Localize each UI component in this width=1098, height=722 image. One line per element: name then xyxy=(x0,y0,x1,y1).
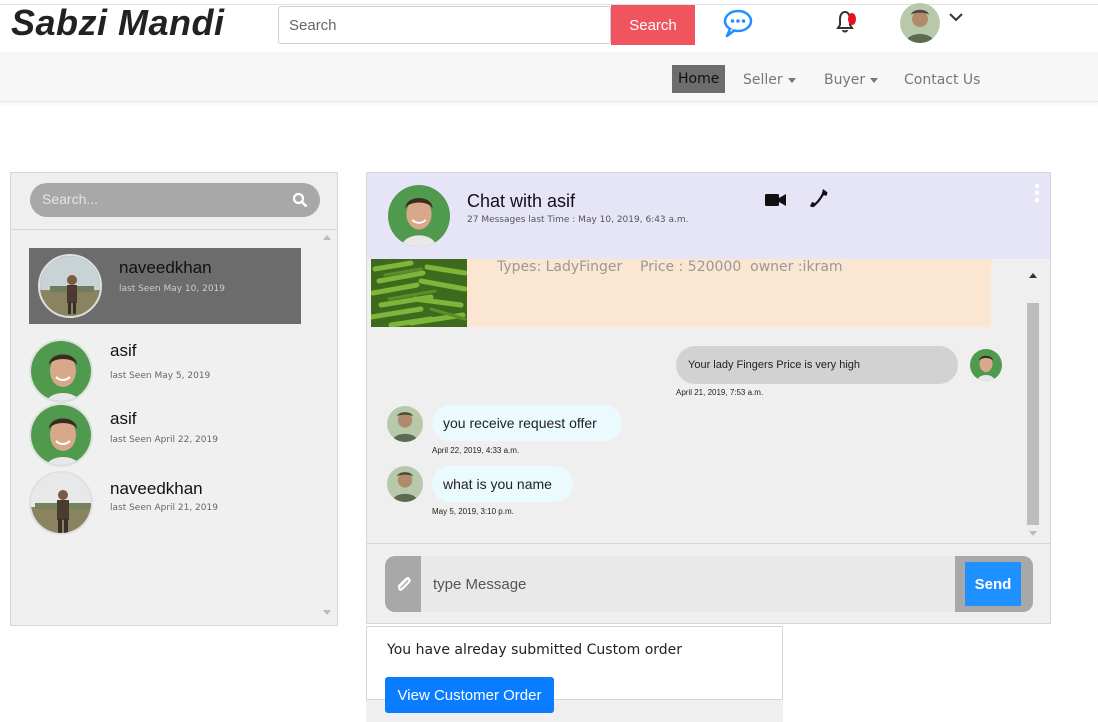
scroll-down-arrow[interactable] xyxy=(323,610,331,615)
contact-last-seen: last Seen May 10, 2019 xyxy=(119,284,225,294)
contact-last-seen: last Seen May 5, 2019 xyxy=(110,371,211,381)
nav-seller-label: Seller xyxy=(743,72,783,88)
receiver-avatar xyxy=(387,406,423,442)
message-timestamp: April 22, 2019, 4:33 a.m. xyxy=(432,446,520,455)
attach-button[interactable] xyxy=(385,556,421,612)
view-customer-order-button[interactable]: View Customer Order xyxy=(385,677,554,713)
message-text: you receive request offer xyxy=(443,415,597,431)
chat-title: Chat with asif xyxy=(467,191,576,211)
chat-header: Chat with asif 27 Messages last Time : M… xyxy=(367,173,1050,259)
search-button[interactable]: Search xyxy=(611,5,695,45)
paperclip-icon[interactable] xyxy=(395,574,413,594)
message-text: Your lady Fingers Price is very high xyxy=(688,359,861,371)
contacts-search-placeholder: Search... xyxy=(42,191,99,207)
message-timestamp: May 5, 2019, 3:10 p.m. xyxy=(432,507,514,516)
contact-name: asif xyxy=(110,341,137,360)
user-avatar[interactable] xyxy=(900,3,940,43)
video-camera-icon[interactable] xyxy=(765,192,787,208)
order-message: You have alreday submitted Custom order xyxy=(387,642,683,658)
outgoing-message: Your lady Fingers Price is very high xyxy=(676,346,958,384)
contact-avatar xyxy=(38,254,102,318)
contacts-search-input[interactable]: Search... xyxy=(30,183,320,217)
search-input[interactable] xyxy=(278,6,611,44)
incoming-message: you receive request offer xyxy=(432,405,622,441)
more-options-icon[interactable] xyxy=(1034,183,1040,203)
scroll-down-arrow[interactable] xyxy=(1029,531,1037,536)
contacts-search-bar: Search... xyxy=(11,173,337,230)
product-card[interactable]: Types: LadyFinger Price : 520000 owner :… xyxy=(371,259,991,327)
chat-partner-avatar xyxy=(388,185,450,247)
phone-icon[interactable] xyxy=(809,188,829,208)
sender-avatar xyxy=(970,349,1002,381)
chat-panel: Chat with asif 27 Messages last Time : M… xyxy=(366,172,1051,624)
contact-name: naveedkhan xyxy=(119,258,212,277)
composer-box: Send xyxy=(385,556,1033,612)
dropdown-caret-icon xyxy=(870,77,879,83)
scroll-up-arrow[interactable] xyxy=(1029,273,1037,278)
search-icon[interactable] xyxy=(292,192,308,208)
contact-last-seen: last Seen April 22, 2019 xyxy=(110,435,218,445)
contact-last-seen: last Seen April 21, 2019 xyxy=(110,503,218,513)
nav-buyer-dropdown[interactable]: Buyer xyxy=(818,67,884,93)
nav-buyer-label: Buyer xyxy=(824,72,866,88)
contact-item[interactable]: naveedkhan last Seen May 10, 2019 xyxy=(29,248,301,324)
nav-home[interactable]: Home xyxy=(672,65,726,93)
dropdown-caret-icon xyxy=(787,77,796,83)
contact-name: naveedkhan xyxy=(110,479,203,498)
contact-avatar xyxy=(29,339,93,403)
contact-avatar xyxy=(29,471,93,535)
message-text: what is you name xyxy=(443,476,552,492)
ladyfinger-product-image xyxy=(371,259,467,327)
top-bar: Sabzi Mandi Search xyxy=(0,0,1098,50)
message-input[interactable] xyxy=(421,556,955,612)
message-list: Types: LadyFinger Price : 520000 owner :… xyxy=(367,259,1050,543)
nav-bar: Home Seller Buyer Contact Us xyxy=(0,52,1098,102)
contact-item[interactable]: naveedkhan last Seen April 21, 2019 xyxy=(29,471,301,547)
contact-item[interactable]: asif last Seen April 22, 2019 xyxy=(29,403,301,479)
chat-subtitle: 27 Messages last Time : May 10, 2019, 6:… xyxy=(467,215,689,225)
scroll-up-arrow[interactable] xyxy=(323,235,331,240)
scrollbar-thumb[interactable] xyxy=(1027,303,1039,525)
nav-seller-dropdown[interactable]: Seller xyxy=(737,67,802,93)
chevron-down-icon[interactable] xyxy=(948,10,964,24)
chat-bubble-icon[interactable] xyxy=(722,8,754,38)
nav-contact-label: Contact Us xyxy=(904,72,981,88)
receiver-avatar xyxy=(387,466,423,502)
message-timestamp: April 21, 2019, 7:53 a.m. xyxy=(676,388,764,397)
send-area: Send xyxy=(955,556,1033,612)
site-logo[interactable]: Sabzi Mandi xyxy=(11,2,225,44)
incoming-message: what is you name xyxy=(432,466,573,502)
message-composer: Send xyxy=(367,543,1050,623)
nav-contact-us[interactable]: Contact Us xyxy=(898,67,986,93)
contact-name: asif xyxy=(110,409,137,428)
contacts-panel: Search... naveedkhan last Seen May 10, 2… xyxy=(10,172,338,626)
bell-icon[interactable] xyxy=(833,9,859,35)
nav-home-label: Home xyxy=(678,71,720,87)
contact-avatar xyxy=(29,403,93,467)
product-details: Types: LadyFinger Price : 520000 owner :… xyxy=(497,259,843,275)
send-button[interactable]: Send xyxy=(965,562,1021,606)
